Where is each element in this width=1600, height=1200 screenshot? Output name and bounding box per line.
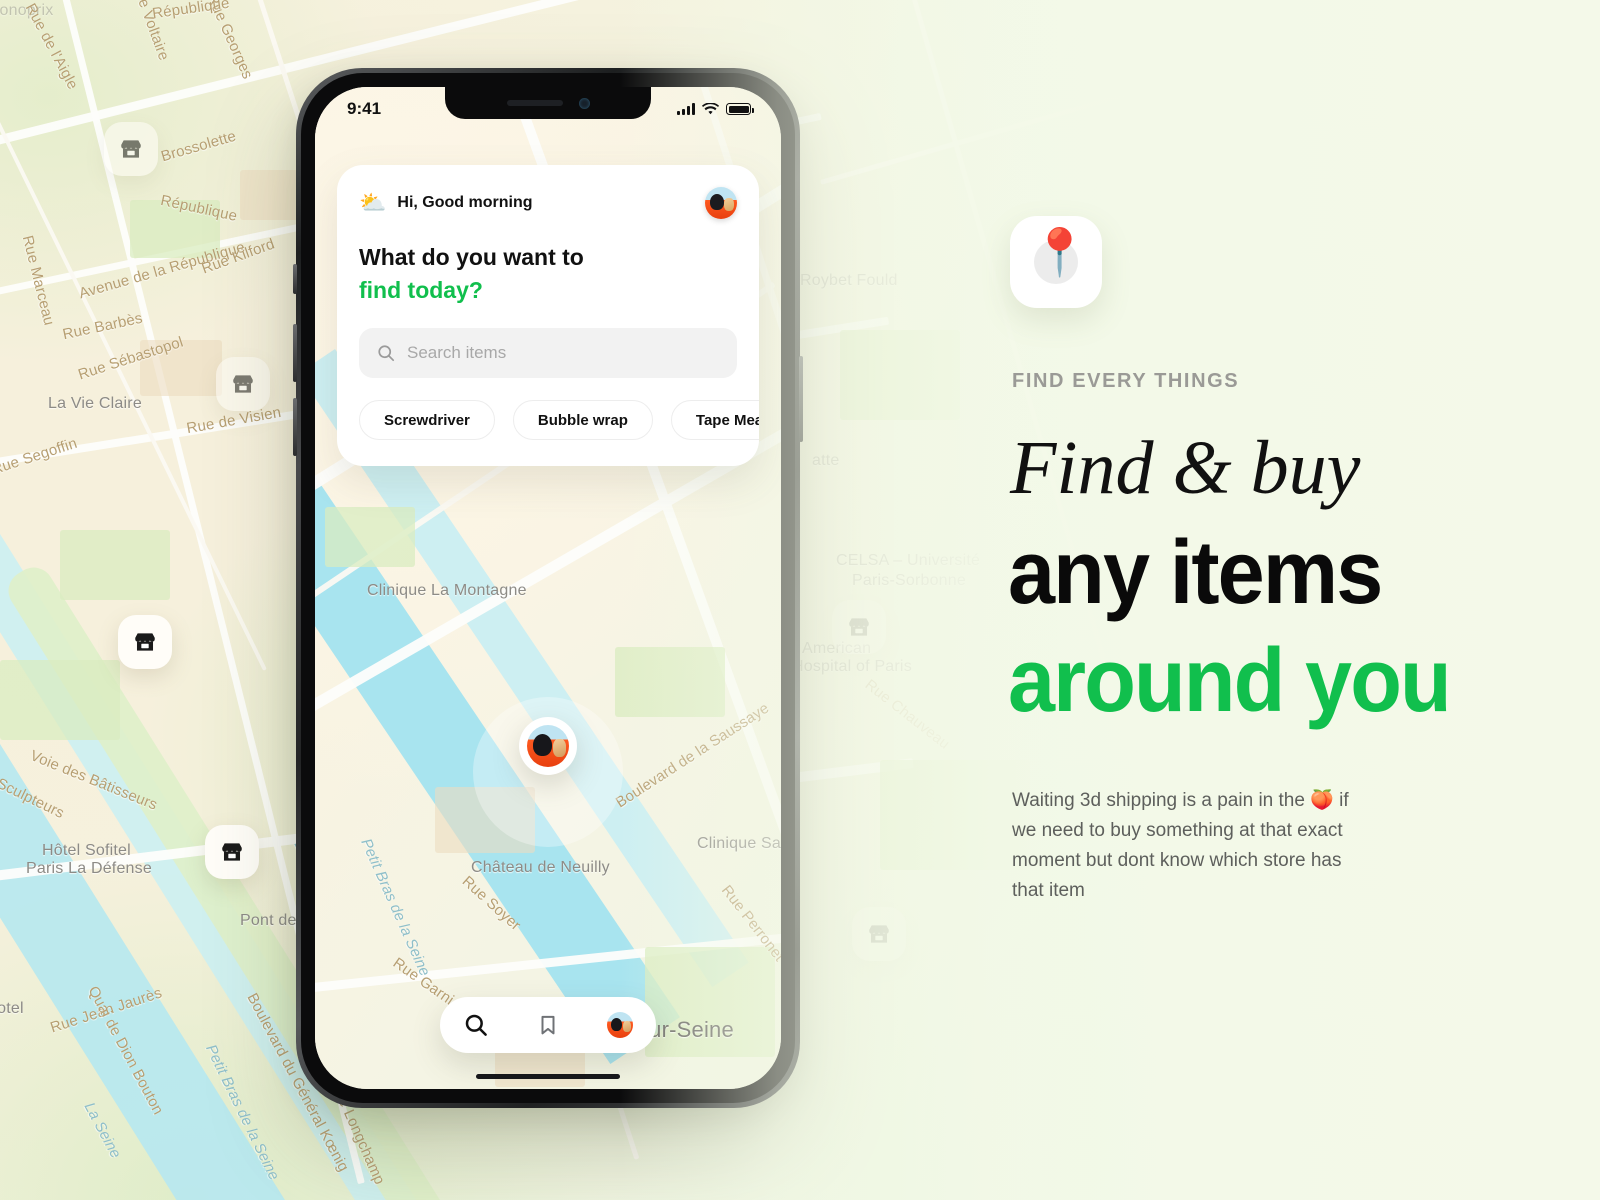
body-paragraph: Waiting 3d shipping is a pain in the 🍑 i… <box>1012 790 1349 902</box>
map-label: Clinique La Montagne <box>367 582 527 599</box>
eyebrow-label: FIND EVERY THINGS <box>1012 370 1240 392</box>
status-time: 9:41 <box>347 99 382 118</box>
silent-switch[interactable] <box>293 264 297 294</box>
notch <box>445 87 651 119</box>
home-indicator[interactable] <box>476 1074 620 1079</box>
store-icon <box>233 375 253 393</box>
avatar-icon <box>607 1012 633 1038</box>
greeting-row: ⛅ Hi, Good morning <box>359 187 737 219</box>
volume-down-button[interactable] <box>293 398 297 456</box>
map-label: hotel <box>0 1000 24 1017</box>
store-icon <box>135 633 155 651</box>
bottom-tab-bar <box>440 997 656 1053</box>
headline-bold: any items <box>1008 523 1383 623</box>
headline-line-1: What do you want to <box>359 244 584 270</box>
suggestion-chip[interactable]: Bubble wrap <box>512 400 653 441</box>
wifi-icon <box>702 103 719 115</box>
card-headline: What do you want to find today? <box>359 241 737 306</box>
volume-up-button[interactable] <box>293 324 297 382</box>
pushpin-emoji: 📍 <box>1031 226 1089 278</box>
headline-line-2: find today? <box>359 276 483 303</box>
store-icon <box>121 140 141 158</box>
search-icon <box>378 345 395 362</box>
headline-serif: Find & buy <box>1010 426 1361 510</box>
marketing-content: 📍 FIND EVERY THINGS Find & buy any items… <box>1008 0 1530 1200</box>
tab-profile[interactable] <box>598 1003 642 1047</box>
user-location-marker[interactable] <box>519 717 577 775</box>
map-label: Paris La Défense <box>26 860 152 877</box>
store-marker[interactable] <box>216 357 270 411</box>
profile-avatar[interactable] <box>705 187 737 219</box>
map-label: La Vie Claire <box>48 395 142 412</box>
greeting-text: Hi, Good morning <box>397 194 533 211</box>
earpiece-speaker <box>506 100 563 106</box>
headline-green: around you <box>1008 631 1452 731</box>
store-icon <box>222 843 242 861</box>
sun-behind-cloud-emoji: ⛅ <box>359 190 387 215</box>
store-marker[interactable] <box>104 122 158 176</box>
bookmark-icon <box>541 1015 555 1035</box>
map-label: Hôtel Sofitel <box>42 842 131 859</box>
battery-full-icon <box>726 103 754 115</box>
suggestion-chip[interactable]: Screwdriver <box>359 400 495 441</box>
store-marker[interactable] <box>118 615 172 669</box>
map-label: Château de Neuilly <box>471 859 610 876</box>
map-pin-app-icon[interactable]: 📍 <box>1010 216 1102 308</box>
tab-saved[interactable] <box>526 1003 570 1047</box>
front-camera <box>578 97 590 109</box>
avatar <box>527 725 569 767</box>
search-icon <box>465 1014 487 1036</box>
map-label: Petit Bras de la Seine <box>357 836 434 979</box>
search-card: ⛅ Hi, Good morning What do you want to f… <box>337 165 759 467</box>
store-marker[interactable] <box>205 825 259 879</box>
cellular-bars-icon <box>677 103 695 115</box>
search-placeholder: Search items <box>407 343 507 363</box>
suggestion-chip[interactable]: Tape Meas <box>670 400 759 441</box>
suggestion-chips: Screwdriver Bubble wrap Tape Meas <box>359 400 759 441</box>
search-input[interactable]: Search items <box>359 328 737 379</box>
tab-search[interactable] <box>454 1003 498 1047</box>
